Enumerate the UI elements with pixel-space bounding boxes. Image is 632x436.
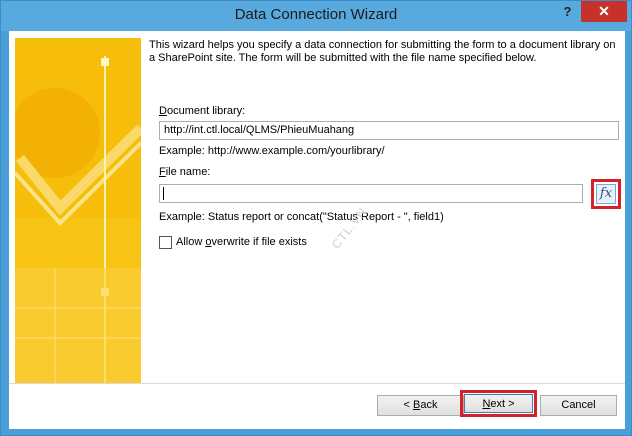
- overwrite-label[interactable]: Allow overwrite if file exists: [176, 236, 307, 248]
- next-button[interactable]: Next >: [464, 394, 533, 413]
- back-button-pre: <: [403, 399, 413, 411]
- file-name-input[interactable]: [159, 184, 583, 203]
- document-library-input[interactable]: http://int.ctl.local/QLMS/PhieuMuahang: [159, 121, 619, 140]
- next-button-rest: ext >: [490, 398, 515, 410]
- footer-separator: [9, 383, 625, 384]
- formula-button[interactable]: fx: [596, 184, 616, 204]
- file-name-label-accel: F: [159, 166, 166, 178]
- file-name-example: Example: Status report or concat("Status…: [159, 211, 444, 223]
- file-name-label-rest: ile name:: [165, 166, 211, 178]
- close-button[interactable]: ✕: [581, 1, 627, 22]
- overwrite-label-pre: Allow: [176, 236, 206, 248]
- overwrite-checkbox[interactable]: [159, 236, 172, 249]
- overwrite-label-rest: verwrite if file exists: [211, 236, 307, 248]
- document-library-label-accel: D: [159, 105, 167, 117]
- wizard-body: This wizard helps you specify a data con…: [9, 31, 625, 429]
- document-library-label: Document library:: [159, 105, 245, 117]
- intro-text: This wizard helps you specify a data con…: [149, 39, 616, 64]
- back-button-rest: ack: [420, 399, 438, 411]
- document-library-example: Example: http://www.example.com/yourlibr…: [159, 145, 385, 157]
- formula-button-highlight: fx: [591, 179, 621, 209]
- wizard-window: Data Connection Wizard ? ✕ This wizard h…: [0, 0, 632, 436]
- title-bar[interactable]: Data Connection Wizard ? ✕: [1, 1, 631, 31]
- document-library-label-rest: ocument library:: [166, 105, 246, 117]
- wizard-banner-image: [15, 38, 141, 383]
- window-title: Data Connection Wizard: [234, 6, 398, 23]
- text-caret: [163, 187, 164, 200]
- file-name-label: File name:: [159, 166, 210, 178]
- cancel-button[interactable]: Cancel: [540, 395, 617, 416]
- back-button[interactable]: < Back: [377, 395, 464, 416]
- help-button[interactable]: ?: [554, 1, 581, 22]
